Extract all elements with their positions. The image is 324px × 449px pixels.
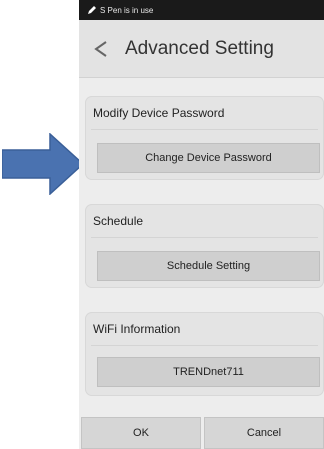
wifi-ssid-button[interactable]: TRENDnet711 (97, 357, 320, 387)
section-wifi-information: WiFi Information TRENDnet711 (85, 312, 324, 396)
schedule-setting-button[interactable]: Schedule Setting (97, 251, 320, 281)
section-schedule: Schedule Schedule Setting (85, 204, 324, 288)
status-bar: S Pen is in use (79, 0, 324, 20)
section-modify-device-password: Modify Device Password Change Device Pas… (85, 96, 324, 180)
page-title: Advanced Setting (125, 37, 274, 59)
section-divider (91, 129, 318, 130)
phone-screen: S Pen is in use Advanced Setting Modify … (79, 0, 324, 449)
status-text: S Pen is in use (100, 5, 154, 15)
section-divider (91, 237, 318, 238)
pen-icon (88, 6, 96, 14)
back-arrow-icon[interactable] (91, 39, 111, 59)
section-label: Schedule (93, 214, 144, 228)
ok-button[interactable]: OK (81, 417, 201, 449)
screenshot-stage: S Pen is in use Advanced Setting Modify … (0, 0, 324, 449)
section-label: WiFi Information (93, 322, 181, 336)
change-device-password-button[interactable]: Change Device Password (97, 143, 320, 173)
section-divider (91, 345, 318, 346)
section-label: Modify Device Password (93, 106, 225, 120)
pointer-arrow-icon (2, 133, 84, 195)
cancel-button[interactable]: Cancel (204, 417, 324, 449)
title-bar: Advanced Setting (79, 20, 324, 78)
footer-bar: OK Cancel (79, 409, 324, 449)
